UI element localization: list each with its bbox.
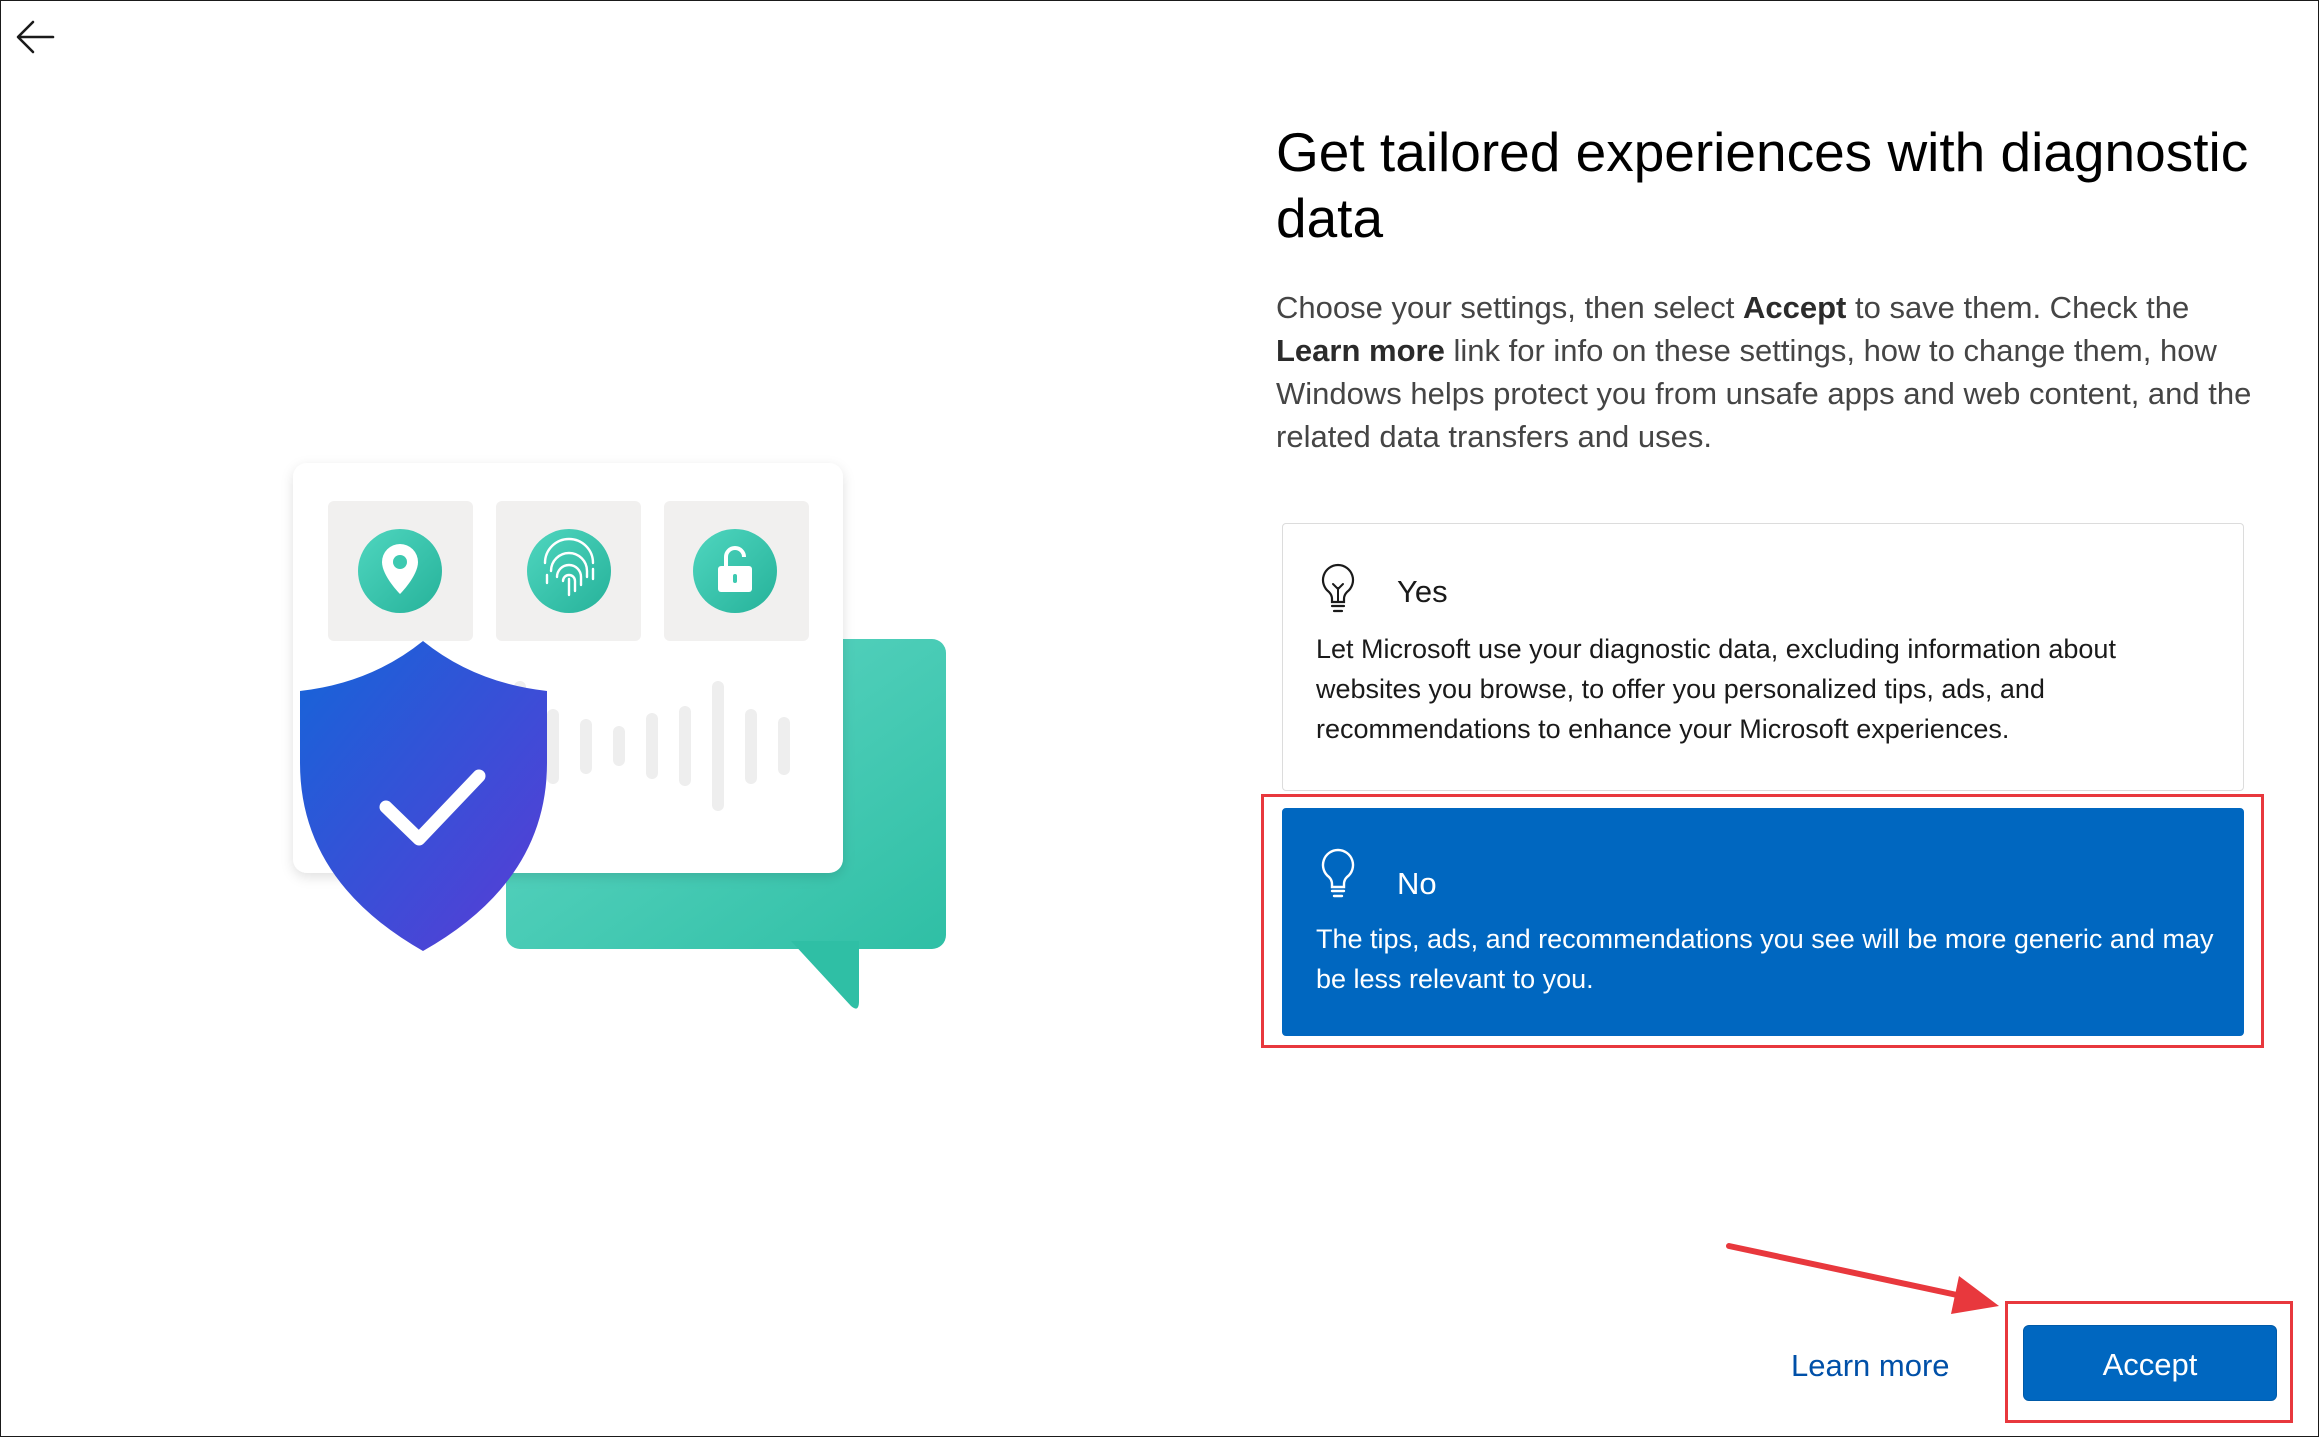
learn-more-bold-text: Learn more xyxy=(1276,333,1445,368)
lightbulb-icon xyxy=(1321,848,1355,898)
accept-button[interactable]: Accept xyxy=(2023,1325,2277,1401)
page-title: Get tailored experiences with diagnostic… xyxy=(1276,121,2249,249)
annotation-arrow xyxy=(1726,1243,1999,1314)
option-no-label: No xyxy=(1397,866,1437,901)
back-arrow-icon xyxy=(16,20,55,54)
fingerprint-icon xyxy=(496,501,641,641)
lightbulb-on-icon xyxy=(1321,563,1355,613)
oobe-window: Get tailored experiences with diagnostic… xyxy=(0,0,2319,1437)
option-yes[interactable]: Yes Let Microsoft use your diagnostic da… xyxy=(1282,523,2244,791)
privacy-illustration xyxy=(293,463,946,1009)
option-no-description: The tips, ads, and recommendations you s… xyxy=(1316,924,2214,994)
page-description: Choose your settings, then select Accept… xyxy=(1276,290,2252,454)
learn-more-link[interactable]: Learn more xyxy=(1791,1346,1950,1386)
unlock-icon xyxy=(664,501,809,641)
accept-bold-text: Accept xyxy=(1742,290,1847,325)
option-yes-label: Yes xyxy=(1397,574,1448,609)
back-button[interactable] xyxy=(13,15,57,59)
location-pin-icon xyxy=(328,501,473,641)
option-no[interactable]: No The tips, ads, and recommendations yo… xyxy=(1282,808,2244,1036)
option-yes-description: Let Microsoft use your diagnostic data, … xyxy=(1316,634,2116,744)
